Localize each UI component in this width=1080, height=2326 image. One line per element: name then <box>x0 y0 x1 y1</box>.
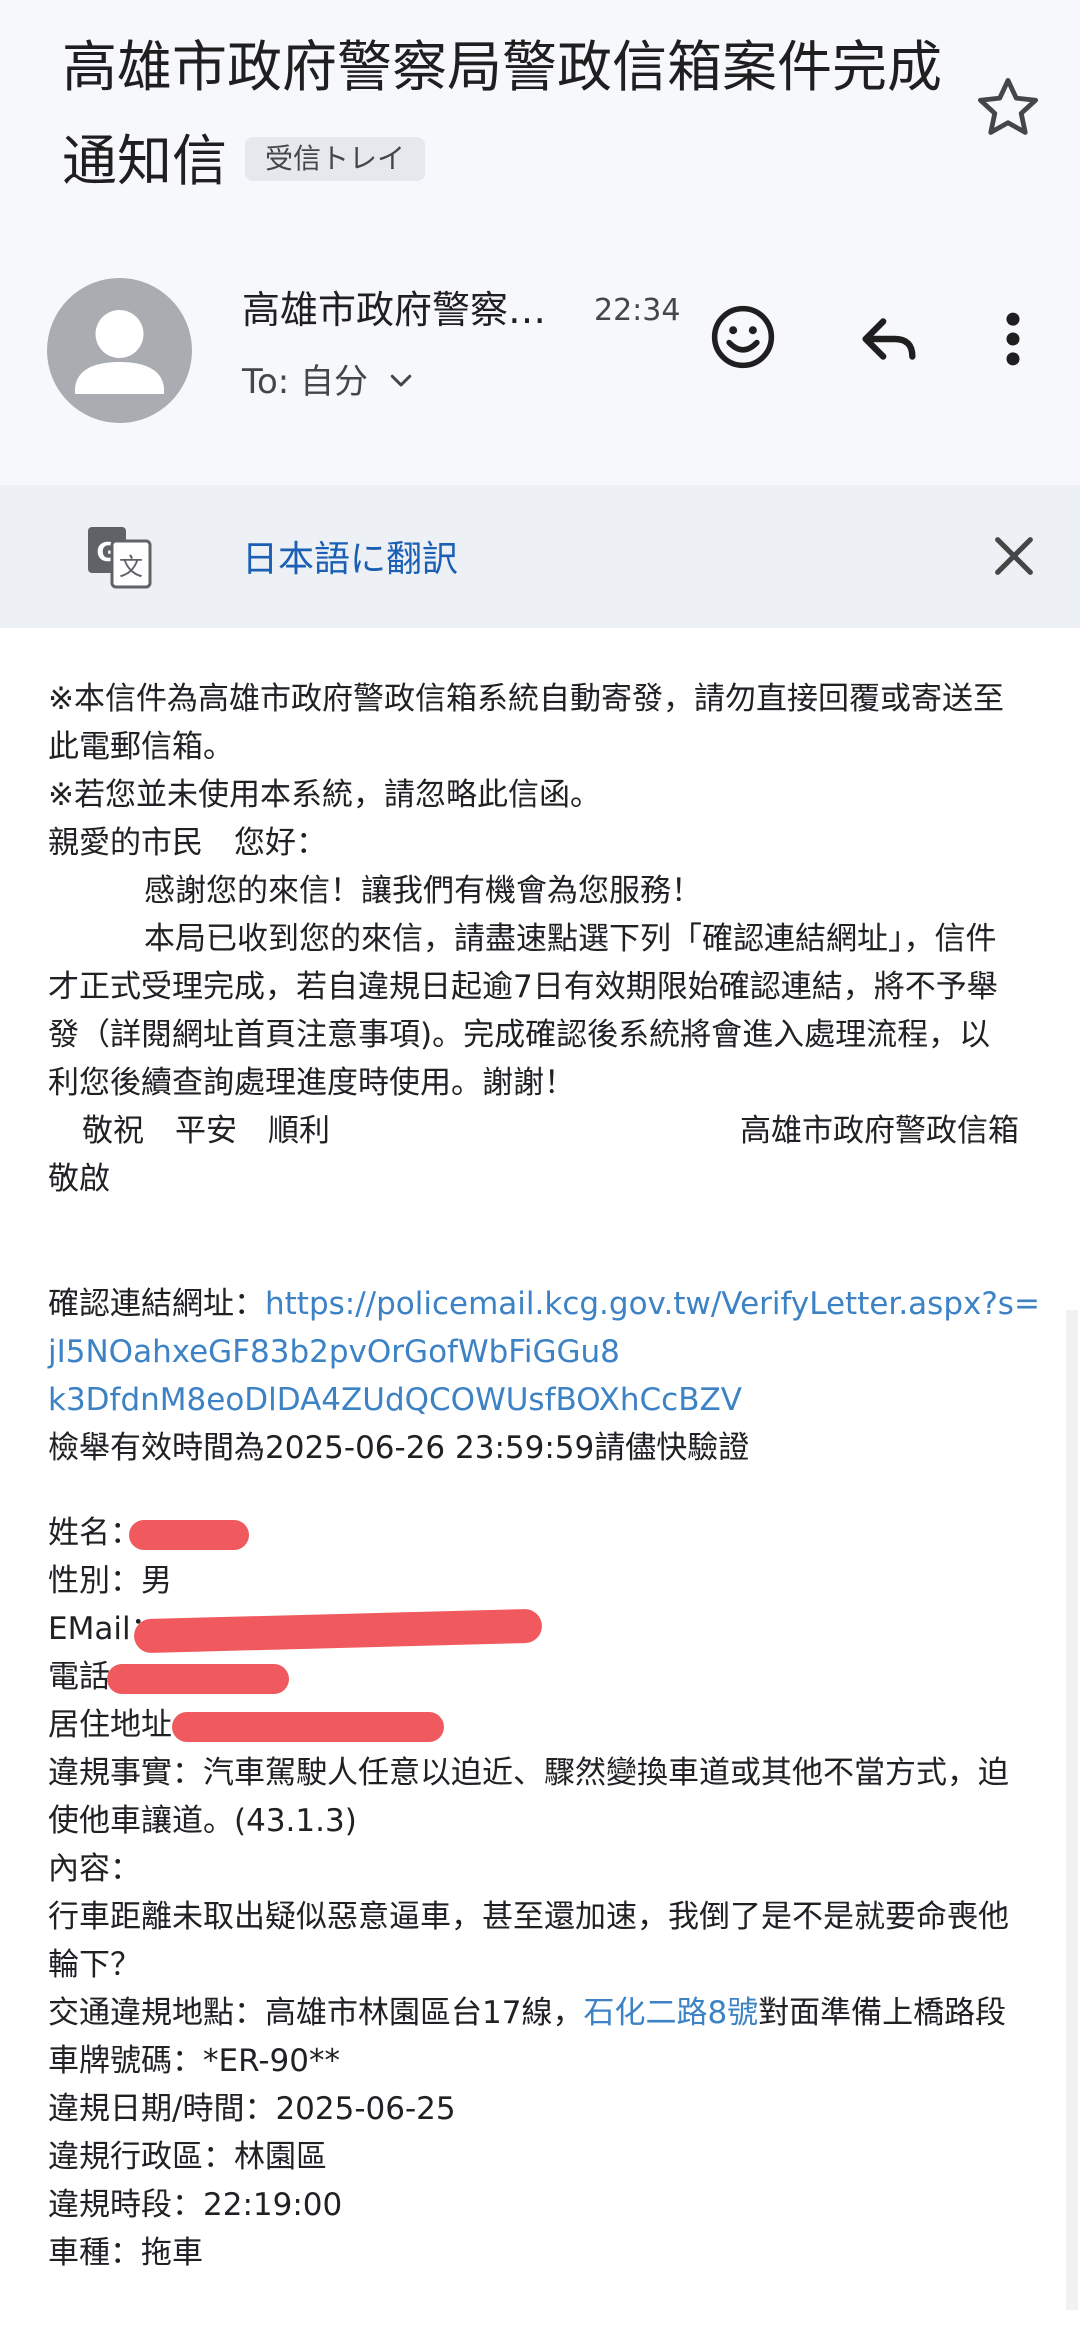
body-line: ※若您並未使用本系統，請忽略此信函。 <box>48 777 601 813</box>
gender-field: 性別：男 <box>48 1563 172 1599</box>
location-line: 交通違規地點：高雄市林園區台17線，石化二路8號對面準備上橋路段 <box>48 1989 1038 2037</box>
body-line: 利您後續查詢處理進度時使用。謝謝！ <box>48 1065 575 1101</box>
signature-text: 高雄市政府警政信箱 <box>740 1113 1019 1149</box>
email-subject: 高雄市政府警察局警政信箱案件完成通知信 受信トレイ <box>62 20 942 208</box>
sender-name[interactable]: 高雄市政府警察局警政信箱 <box>242 282 572 338</box>
redaction-mark <box>133 1608 542 1653</box>
confirm-link-line: 確認連結網址：https://policemail.kcg.gov.tw/Ver… <box>48 1280 1040 1328</box>
phone-field: 電話： <box>48 1653 1038 1701</box>
redaction-mark <box>107 1663 289 1694</box>
google-translate-icon: G 文 <box>88 527 152 589</box>
confirm-url-link-cont[interactable]: jI5NOahxeGF83b2pvOrGofWbFiGGu8 <box>48 1328 1038 1376</box>
address-field: 居住地址 <box>48 1701 1038 1749</box>
violation-line: 違規事實：汽車駕駛人任意以迫近、驟然變換車道或其他不當方式，迫 <box>48 1755 1009 1791</box>
email-body: ※本信件為高雄市政府警政信箱系統自動寄發，請勿直接回覆或寄送至 此電郵信箱。 ※… <box>48 675 1040 2277</box>
more-vert-icon[interactable] <box>996 304 1030 374</box>
valid-until: 檢舉有效時間為2025-06-26 23:59:59請儘快驗證 <box>48 1430 750 1466</box>
regards-line: 敬祝 平安 順利 高雄市政府警政信箱 <box>48 1107 1038 1155</box>
content-line: 輪下？ <box>48 1947 141 1983</box>
svg-text:文: 文 <box>119 553 143 581</box>
person-avatar-icon <box>75 310 164 394</box>
confirm-url-link-cont[interactable]: k3DfdnM8eoDlDA4ZUdQCOWUsfBOXhCcBZV <box>48 1376 1038 1424</box>
content-line: 行車距離未取出疑似惡意逼車，甚至還加速，我倒了是不是就要命喪他 <box>48 1899 1009 1935</box>
name-field: 姓名： <box>48 1509 1038 1557</box>
translate-link[interactable]: 日本語に翻訳 <box>242 534 458 586</box>
redaction-mark <box>129 1519 249 1550</box>
body-line: 才正式受理完成，若自違規日起逾7日有效期限始確認連結，將不予舉 <box>48 969 998 1005</box>
body-line: 發（詳閱網址首頁注意事項)。完成確認後系統將會進入處理流程，以 <box>48 1017 991 1053</box>
thanks-line: 感謝您的來信！讓我們有機會為您服務！ <box>144 873 702 909</box>
greeting: 親愛的市民 您好： <box>48 825 327 861</box>
content-label: 內容： <box>48 1851 141 1887</box>
message-time: 22:34 <box>594 293 681 328</box>
violation-line: 使他車讓道。(43.1.3) <box>48 1803 357 1839</box>
inbox-label-chip[interactable]: 受信トレイ <box>245 136 426 181</box>
plate-line: 車牌號碼：*ER-90** <box>48 2043 341 2079</box>
recipient-line[interactable]: To: 自分 <box>242 356 416 408</box>
location-prefix: 交通違規地點：高雄市林園區台17線， <box>48 1995 584 2031</box>
sender-avatar[interactable] <box>47 278 192 423</box>
vehicle-line: 車種：拖車 <box>48 2235 203 2271</box>
scrollbar[interactable] <box>1066 1310 1078 2310</box>
redaction-mark <box>172 1711 444 1742</box>
subject-text: 高雄市政府警察局警政信箱案件完成通知信 <box>62 35 943 193</box>
date-line: 違規日期/時間：2025-06-25 <box>48 2091 456 2127</box>
body-line: ※本信件為高雄市政府警政信箱系統自動寄發，請勿直接回覆或寄送至 <box>48 681 1004 717</box>
star-icon[interactable] <box>972 72 1044 144</box>
location-map-link[interactable]: 石化二路8號 <box>583 1995 758 2031</box>
recipient-label: To: 自分 <box>242 362 369 402</box>
body-line: 此電郵信箱。 <box>48 729 234 765</box>
regards-text: 敬祝 平安 順利 <box>82 1113 330 1149</box>
time-slot-line: 違規時段：22:19:00 <box>48 2187 343 2223</box>
chevron-down-icon[interactable] <box>386 365 416 395</box>
translate-bar <box>0 485 1080 628</box>
emoji-reaction-icon[interactable] <box>706 300 780 374</box>
name-label: 姓名： <box>48 1515 141 1551</box>
address-label: 居住地址 <box>48 1707 172 1743</box>
confirm-label: 確認連結網址： <box>48 1286 265 1322</box>
location-suffix: 對面準備上橋路段 <box>758 1995 1007 2031</box>
body-line: 本局已收到您的來信，請盡速點選下列「確認連結網址」，信件 <box>144 921 997 957</box>
sign-close: 敬啟 <box>48 1161 110 1197</box>
close-icon[interactable] <box>986 528 1042 584</box>
email-field: EMail： <box>48 1605 1038 1653</box>
reply-icon[interactable] <box>854 304 924 374</box>
district-line: 違規行政區：林園區 <box>48 2139 327 2175</box>
confirm-url-link[interactable]: https://policemail.kcg.gov.tw/VerifyLett… <box>265 1286 1040 1322</box>
